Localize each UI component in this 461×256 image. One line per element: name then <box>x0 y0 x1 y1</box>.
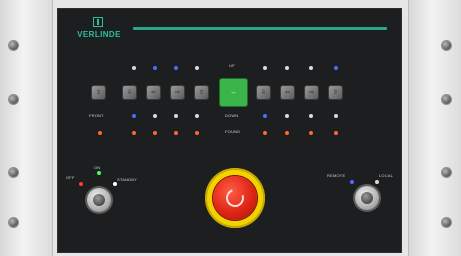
led-indicator <box>98 131 102 135</box>
button-6-icon: ↔ <box>230 89 237 96</box>
screw-icon <box>442 95 451 104</box>
led-indicator <box>263 114 267 118</box>
button-4-icon: ⇨ <box>174 89 181 96</box>
led-indicator <box>79 182 83 186</box>
right-selector-remote-label: REMOTE <box>327 173 346 178</box>
led-indicator <box>153 131 157 135</box>
led-indicator <box>334 114 338 118</box>
right-selector-switch[interactable] <box>355 186 379 210</box>
control-button-10[interactable]: ⇧ <box>329 86 342 99</box>
button-5-icon: ⇧ <box>198 89 205 96</box>
led-indicator <box>334 131 338 135</box>
led-indicator <box>174 66 178 70</box>
control-button-5[interactable]: ⇧ <box>195 86 208 99</box>
led-indicator <box>132 114 136 118</box>
button-8-icon: ⇦ <box>284 89 291 96</box>
led-indicator <box>132 131 136 135</box>
screw-icon <box>9 41 18 50</box>
control-button-1[interactable]: ⇧ <box>92 86 105 99</box>
led-indicator <box>334 66 338 70</box>
label-front: FRONT <box>89 113 104 118</box>
brand-logo: VERLINDE <box>71 17 127 47</box>
led-indicator <box>174 114 178 118</box>
led-indicator <box>350 180 354 184</box>
screw-icon <box>442 218 451 227</box>
led-indicator <box>174 131 178 135</box>
button-7-icon: ⇩ <box>260 89 267 96</box>
led-indicator <box>195 131 199 135</box>
led-indicator <box>285 114 289 118</box>
emergency-stop-button[interactable] <box>213 176 257 220</box>
button-1-icon: ⇧ <box>95 89 102 96</box>
control-button-6[interactable]: ↔ <box>220 79 247 106</box>
screw-icon <box>442 168 451 177</box>
led-indicator <box>113 182 117 186</box>
led-indicator <box>263 131 267 135</box>
screw-icon <box>9 218 18 227</box>
screw-icon <box>9 168 18 177</box>
led-indicator <box>97 171 101 175</box>
left-selector-switch[interactable] <box>87 188 111 212</box>
led-indicator <box>195 114 199 118</box>
label-down: DOWN <box>225 113 239 118</box>
button-10-icon: ⇧ <box>332 89 339 96</box>
control-button-8[interactable]: ⇦ <box>281 86 294 99</box>
led-indicator <box>309 66 313 70</box>
screw-icon <box>9 95 18 104</box>
led-indicator <box>285 131 289 135</box>
left-mount-rail <box>0 0 53 256</box>
control-button-7[interactable]: ⇩ <box>257 86 270 99</box>
led-indicator <box>309 114 313 118</box>
brand-name: VERLINDE <box>77 30 121 39</box>
left-selector-standby-label: STANDBY <box>117 177 137 182</box>
led-indicator <box>153 66 157 70</box>
emergency-stop-ring: STOP <box>205 168 265 228</box>
led-indicator <box>285 66 289 70</box>
button-9-icon: ⇨ <box>308 89 315 96</box>
led-indicator <box>132 66 136 70</box>
control-button-9[interactable]: ⇨ <box>305 86 318 99</box>
label-found: FOUND <box>225 129 241 134</box>
left-selector-on-label: ON <box>94 165 101 170</box>
led-indicator <box>195 66 199 70</box>
right-selector-local-label: LOCAL <box>379 173 394 178</box>
label-up: UP <box>229 63 235 68</box>
control-button-3[interactable]: ⇦ <box>147 86 160 99</box>
left-selector-off-label: OFF <box>66 175 75 180</box>
led-indicator <box>153 114 157 118</box>
control-button-2[interactable]: ⇩ <box>123 86 136 99</box>
control-button-4[interactable]: ⇨ <box>171 86 184 99</box>
right-mount-rail <box>408 0 461 256</box>
screw-icon <box>442 41 451 50</box>
led-indicator <box>309 131 313 135</box>
button-3-icon: ⇦ <box>150 89 157 96</box>
led-indicator <box>263 66 267 70</box>
led-indicator <box>375 180 379 184</box>
control-panel: VERLINDE UP ⇧ ⇩ ⇦ ⇨ ⇧ ↔ ⇩ ⇦ ⇨ ⇧ FRONT DO… <box>57 8 402 253</box>
button-2-icon: ⇩ <box>126 89 133 96</box>
logo-rule <box>133 27 387 30</box>
logo-mark-icon <box>93 17 103 27</box>
